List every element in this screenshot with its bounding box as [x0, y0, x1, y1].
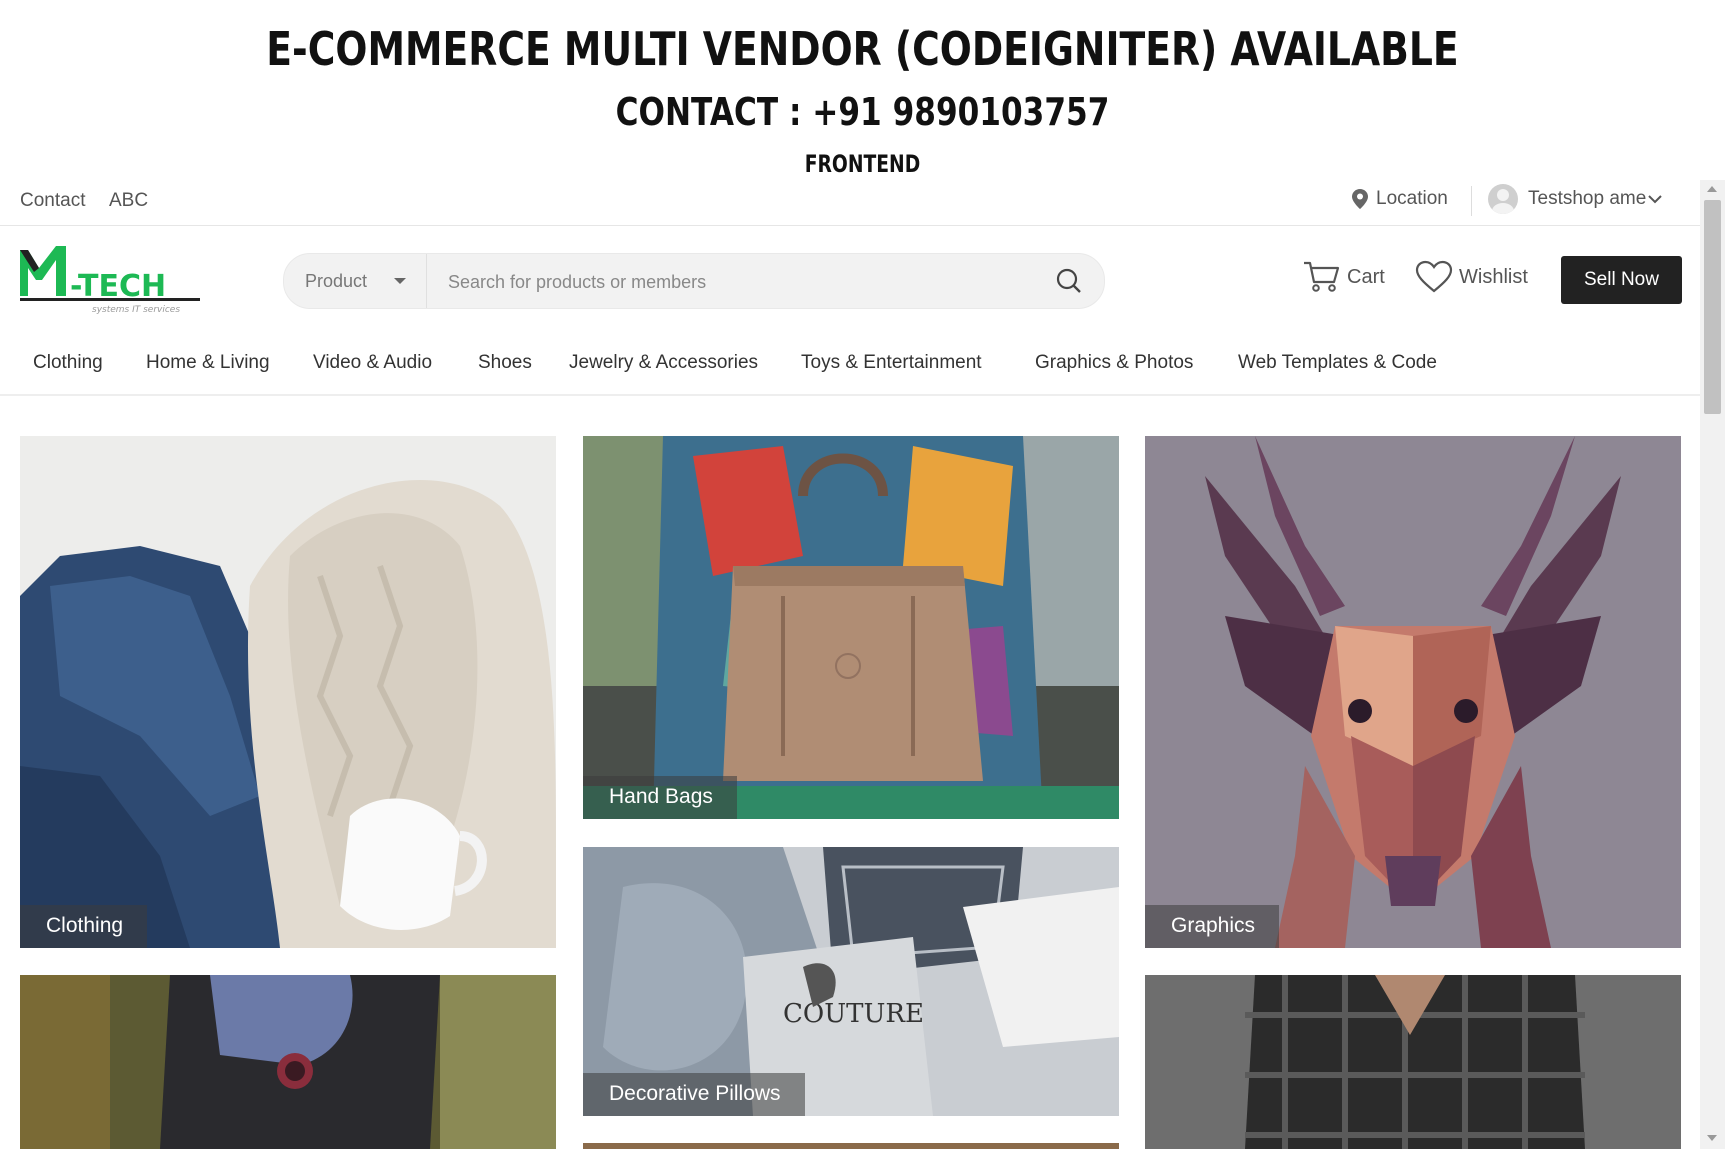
avatar — [1488, 184, 1518, 214]
contact-link[interactable]: Contact — [20, 190, 85, 212]
category-tile-clothing[interactable]: Clothing — [20, 436, 556, 948]
polygon-deer-photo — [1145, 436, 1681, 948]
nav-item-web-templates[interactable]: Web Templates & Code — [1238, 352, 1437, 374]
scroll-up-arrow-icon[interactable] — [1707, 186, 1717, 192]
scroll-thumb[interactable] — [1704, 200, 1721, 414]
wishlist-label: Wishlist — [1459, 265, 1528, 288]
category-tile-partial[interactable] — [583, 1143, 1119, 1149]
tile-label: Hand Bags — [583, 776, 737, 819]
nav-item-shoes[interactable]: Shoes — [478, 352, 532, 374]
nav-item-home-living[interactable]: Home & Living — [146, 352, 270, 374]
caret-down-icon — [394, 278, 406, 284]
cart-link[interactable]: Cart — [1303, 260, 1385, 294]
category-tile-graphics[interactable]: Graphics — [1145, 436, 1681, 948]
cart-icon — [1304, 261, 1340, 292]
category-nav: Clothing Home & Living Video & Audio Sho… — [0, 336, 1700, 396]
plaid-shirt-photo — [1145, 975, 1681, 1149]
nav-item-video-audio[interactable]: Video & Audio — [313, 352, 432, 374]
location-selector[interactable]: Location — [1352, 188, 1448, 210]
search-icon[interactable] — [1054, 266, 1084, 296]
watch-photo — [20, 975, 556, 1149]
category-tile-hand-bags[interactable]: Hand Bags — [583, 436, 1119, 819]
tile-label: Graphics — [1145, 905, 1280, 948]
search-category-select[interactable]: Product — [284, 254, 427, 308]
banner-subtitle: FRONTEND — [804, 150, 921, 178]
chevron-down-icon — [1648, 195, 1663, 204]
search-category-label: Product — [305, 270, 368, 291]
sell-now-button[interactable]: Sell Now — [1561, 256, 1682, 304]
site-logo[interactable]: -TECH systems IT services — [20, 246, 205, 316]
location-label: Location — [1376, 188, 1448, 209]
svg-text:COUTURE: COUTURE — [783, 999, 924, 1029]
nav-item-graphics[interactable]: Graphics & Photos — [1035, 352, 1193, 374]
search-bar: Product — [283, 253, 1105, 310]
category-tile-watches[interactable] — [20, 975, 556, 1149]
nav-item-clothing[interactable]: Clothing — [33, 352, 103, 374]
user-menu[interactable]: Testshop ame — [1488, 184, 1663, 214]
search-input[interactable] — [428, 254, 1060, 310]
page-scrollbar[interactable] — [1700, 180, 1725, 1149]
wishlist-link[interactable]: Wishlist — [1415, 260, 1528, 294]
promo-banner: E-COMMERCE MULTI VENDOR (CODEIGNITER) AV… — [0, 0, 1725, 180]
heart-icon — [1415, 260, 1453, 293]
map-pin-icon — [1352, 189, 1368, 209]
category-tile-decorative-pillows[interactable]: COUTURE Decorative Pillows — [583, 847, 1119, 1116]
cart-label: Cart — [1347, 265, 1385, 288]
nav-item-jewelry[interactable]: Jewelry & Accessories — [569, 352, 758, 374]
tile-label: Clothing — [20, 905, 148, 948]
top-bar: Contact ABC Location Testshop ame — [0, 180, 1700, 226]
main-header: -TECH systems IT services Product Cart W… — [0, 226, 1700, 336]
banner-contact: CONTACT : +91 9890103757 — [615, 90, 1110, 134]
nav-item-toys[interactable]: Toys & Entertainment — [801, 352, 982, 374]
user-name: Testshop ame — [1528, 188, 1647, 209]
category-tile-shirts[interactable] — [1145, 975, 1681, 1149]
divider — [1471, 186, 1472, 216]
sweater-jeans-photo — [20, 436, 556, 948]
scroll-down-arrow-icon[interactable] — [1707, 1135, 1717, 1141]
tile-label: Decorative Pillows — [583, 1073, 805, 1116]
abc-link[interactable]: ABC — [109, 190, 148, 212]
banner-title: E-COMMERCE MULTI VENDOR (CODEIGNITER) AV… — [266, 22, 1459, 76]
logo-tagline: systems IT services — [92, 305, 180, 315]
handbag-photo — [583, 436, 1119, 819]
